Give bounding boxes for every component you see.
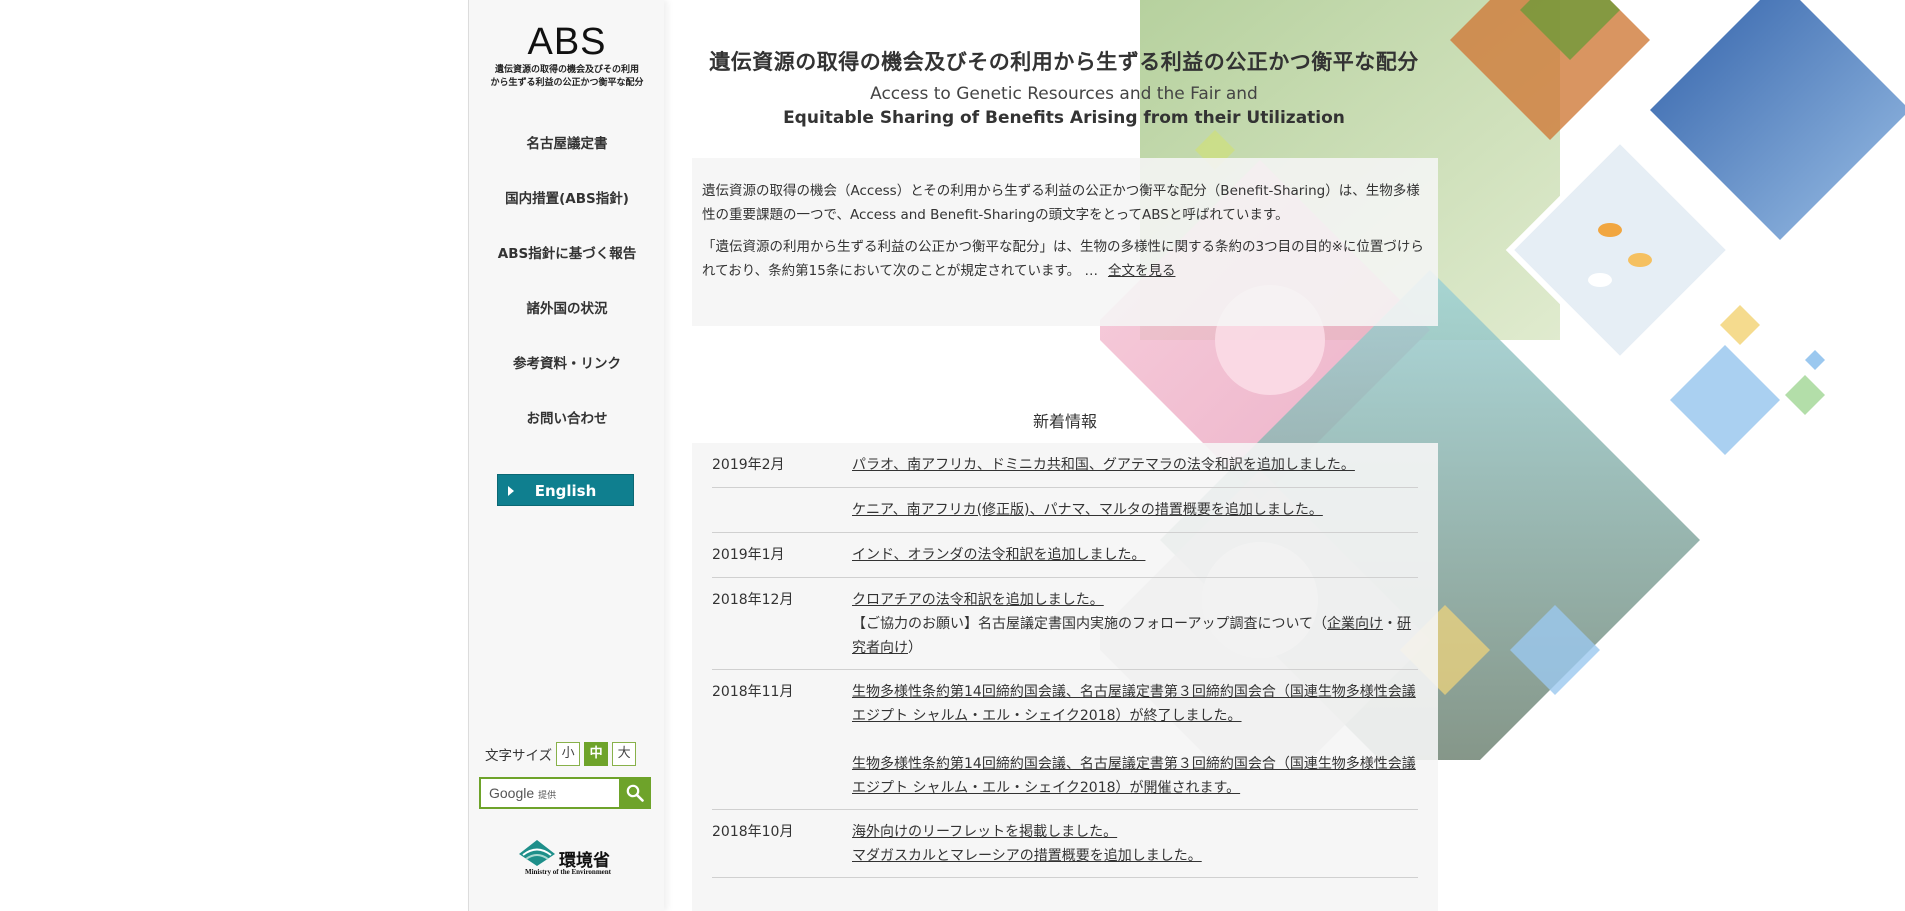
- news-row: 2019年2月 パラオ、南アフリカ、ドミニカ共和国、グアテマラの法令和訳を追加し…: [712, 443, 1418, 488]
- nav-item-other-countries[interactable]: 諸外国の状況: [469, 290, 665, 345]
- site-search: Google 提供: [479, 777, 651, 809]
- search-provided-label: 提供: [538, 790, 557, 800]
- intro-paragraph-1: 遺伝資源の取得の機会（Access）とその利用から生ずる利益の公正かつ衡平な配分…: [702, 183, 1420, 223]
- read-more-link[interactable]: 全文を見る: [1108, 263, 1176, 279]
- ministry-logo[interactable]: 環境省 Ministry of the Environment: [515, 838, 621, 878]
- font-size-large-button[interactable]: 大: [612, 742, 637, 766]
- site-logo-subtitle: 遺伝資源の取得の機会及びその利用 から生ずる利益の公正かつ衡平な配分: [469, 64, 665, 90]
- notice-separator: ・: [1383, 616, 1398, 632]
- nav-item-nagoya-protocol[interactable]: 名古屋議定書: [469, 125, 665, 180]
- news-row: ケニア、南アフリカ(修正版)、パナマ、マルタの措置概要を追加しました。: [712, 488, 1418, 533]
- font-size-small-button[interactable]: 小: [556, 742, 581, 766]
- logo-subtitle-line-2: から生ずる利益の公正かつ衡平な配分: [490, 78, 644, 88]
- page-subtitle-line-2: Equitable Sharing of Benefits Arising fr…: [783, 108, 1345, 128]
- news-date: 2018年12月: [712, 592, 794, 608]
- news-row: 2018年11月 生物多様性条約第14回締約国会議、名古屋議定書第３回締約国会合…: [712, 670, 1418, 810]
- news-date: 2018年10月: [712, 824, 794, 840]
- search-brand-label: Google: [489, 785, 535, 801]
- logo-subtitle-line-1: 遺伝資源の取得の機会及びその利用: [494, 65, 639, 75]
- news-link[interactable]: 生物多様性条約第14回締約国会議、名古屋議定書第３回締約国会合（国連生物多様性会…: [852, 680, 1418, 728]
- intro-paragraph-2-text: 「遺伝資源の利用から生ずる利益の公正かつ衡平な配分」は、生物の多様性に関する条約…: [702, 239, 1424, 279]
- news-row: 2018年12月 クロアチアの法令和訳を追加しました。 【ご協力のお願い】名古屋…: [712, 578, 1418, 670]
- page-title: 遺伝資源の取得の機会及びその利用から生ずる利益の公正かつ衡平な配分: [709, 50, 1419, 74]
- english-button[interactable]: English: [497, 474, 634, 506]
- survey-companies-link[interactable]: 企業向け: [1327, 616, 1383, 632]
- news-link[interactable]: 生物多様性条約第14回締約国会議、名古屋議定書第３回締約国会合（国連生物多様性会…: [852, 752, 1418, 800]
- news-notice: 【ご協力のお願い】名古屋議定書国内実施のフォローアップ調査について（企業向け・研…: [852, 612, 1418, 660]
- nav-item-abs-reports[interactable]: ABS指針に基づく報告: [469, 235, 665, 290]
- news-link[interactable]: 海外向けのリーフレットを掲載しました。: [852, 820, 1418, 844]
- notice-suffix: ）: [908, 640, 922, 656]
- news-row: 2019年1月 インド、オランダの法令和訳を追加しました。: [712, 533, 1418, 578]
- ministry-emblem-icon: [519, 840, 555, 866]
- news-heading: 新着情報: [1032, 412, 1097, 431]
- sidebar-nav: 名古屋議定書 国内措置(ABS指針) ABS指針に基づく報告 諸外国の状況 参考…: [469, 125, 665, 455]
- news-link[interactable]: インド、オランダの法令和訳を追加しました。: [852, 543, 1418, 567]
- ministry-name-en: Ministry of the Environment: [524, 868, 611, 876]
- font-size-medium-button[interactable]: 中: [584, 742, 609, 766]
- site-logo-title[interactable]: ABS: [469, 22, 665, 62]
- english-button-label: English: [534, 482, 597, 500]
- news-row: 2018年10月 海外向けのリーフレットを掲載しました。 マダガスカルとマレーシ…: [712, 810, 1418, 878]
- search-icon: [626, 784, 644, 802]
- search-button[interactable]: [619, 777, 651, 809]
- intro-paragraph-2: 「遺伝資源の利用から生ずる利益の公正かつ衡平な配分」は、生物の多様性に関する条約…: [702, 235, 1428, 283]
- news-link[interactable]: クロアチアの法令和訳を追加しました。: [852, 588, 1418, 612]
- search-input[interactable]: Google 提供: [479, 777, 619, 809]
- news-link[interactable]: ケニア、南アフリカ(修正版)、パナマ、マルタの措置概要を追加しました。: [852, 498, 1418, 522]
- page-subtitle-line-1: Access to Genetic Resources and the Fair…: [870, 84, 1258, 104]
- sidebar: ABS 遺伝資源の取得の機会及びその利用 から生ずる利益の公正かつ衡平な配分 名…: [468, 0, 664, 911]
- font-size-label: 文字サイズ: [485, 748, 553, 764]
- news-date: 2018年11月: [712, 684, 794, 700]
- arrow-right-icon: [508, 486, 514, 496]
- nav-item-contact[interactable]: お問い合わせ: [469, 400, 665, 455]
- intro-box: 遺伝資源の取得の機会（Access）とその利用から生ずる利益の公正かつ衡平な配分…: [692, 158, 1438, 326]
- nav-item-domestic-measures[interactable]: 国内措置(ABS指針): [469, 180, 665, 235]
- news-link[interactable]: パラオ、南アフリカ、ドミニカ共和国、グアテマラの法令和訳を追加しました。: [852, 453, 1418, 477]
- news-list: 2019年2月 パラオ、南アフリカ、ドミニカ共和国、グアテマラの法令和訳を追加し…: [692, 443, 1438, 911]
- news-date: 2019年2月: [712, 457, 785, 473]
- notice-prefix: 【ご協力のお願い】名古屋議定書国内実施のフォローアップ調査について（: [852, 616, 1328, 632]
- nav-item-references-links[interactable]: 参考資料・リンク: [469, 345, 665, 400]
- news-date: 2019年1月: [712, 547, 785, 563]
- news-link[interactable]: マダガスカルとマレーシアの措置概要を追加しました。: [852, 844, 1418, 868]
- font-size-selector: 文字サイズ 小 中 大: [485, 742, 637, 766]
